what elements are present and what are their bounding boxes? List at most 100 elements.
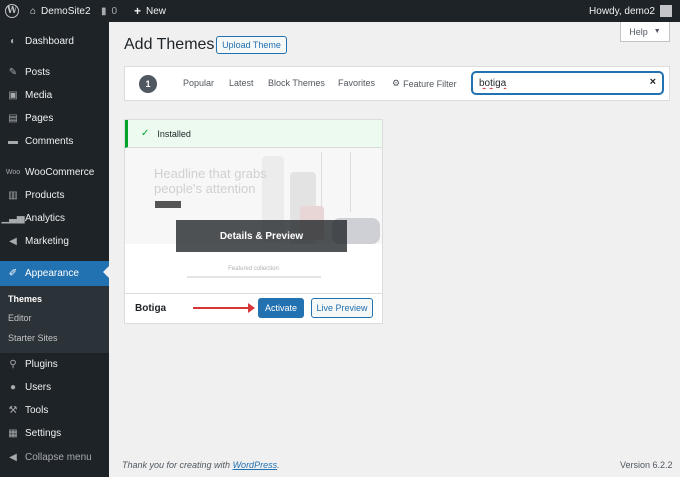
theme-search-box: × [472, 72, 663, 94]
tab-latest[interactable]: Latest [229, 78, 254, 88]
sidebar-item-plugins[interactable]: ⚲ Plugins [0, 353, 109, 375]
sidebar-item-settings[interactable]: ▦ Settings [0, 422, 109, 444]
sidebar-item-products[interactable]: ▥ Products [0, 184, 109, 206]
collapse-menu-button[interactable]: ◀ Collapse menu [0, 446, 109, 468]
avatar [660, 5, 672, 17]
sidebar-item-appearance[interactable]: ✐ Appearance [0, 261, 109, 286]
home-icon: ⌂ [30, 5, 37, 17]
feature-filter-button[interactable]: ⚙ Feature Filter [392, 78, 457, 89]
admin-bar: W ⌂ DemoSite2 ▮ 0 + New Howdy, demo2 [0, 0, 680, 22]
help-tab[interactable]: Help ▼ [620, 22, 670, 42]
submenu-item-starter-sites[interactable]: Starter Sites [8, 333, 58, 343]
settings-icon: ▦ [8, 427, 18, 439]
pin-icon: ✎ [8, 66, 18, 78]
account-menu[interactable]: Howdy, demo2 [589, 0, 672, 22]
screenshot-cta [155, 201, 181, 208]
appearance-submenu: Themes Editor Starter Sites [0, 286, 109, 353]
comments-link[interactable]: ▮ 0 [101, 0, 117, 22]
chart-icon: ▁▃▅ [1, 212, 25, 224]
installed-label: Installed [157, 128, 191, 139]
sidebar-item-label: Comments [25, 135, 74, 147]
screenshot-headline: Headline that grabs people's attention [154, 166, 267, 196]
sidebar-item-label: Marketing [25, 235, 69, 247]
sidebar-item-woocommerce[interactable]: Woo WooCommerce [0, 161, 109, 183]
tab-popular[interactable]: Popular [183, 78, 214, 88]
page-title: Add Themes [124, 36, 215, 53]
sidebar-item-label: Analytics [25, 212, 66, 224]
admin-sidebar: ◐ Dashboard ✎ Posts ▣ Media ▤ Pages ▬ Co… [0, 22, 109, 477]
sidebar-item-label: Collapse menu [25, 451, 92, 463]
sidebar-item-label: Plugins [25, 358, 58, 370]
site-name-link[interactable]: ⌂ DemoSite2 [30, 0, 91, 22]
tab-block-themes[interactable]: Block Themes [268, 78, 325, 88]
sidebar-item-label: WooCommerce [25, 166, 95, 178]
plus-icon: + [134, 4, 142, 18]
new-label: New [146, 5, 167, 17]
sidebar-item-label: Pages [25, 112, 54, 124]
megaphone-icon: ◀ [9, 235, 17, 247]
footer-thanks-prefix: Thank you for creating with [122, 460, 233, 470]
feature-filter-label: Feature Filter [403, 78, 457, 89]
live-preview-button[interactable]: Live Preview [311, 298, 373, 318]
comment-icon: ▬ [8, 135, 18, 147]
comments-count: 0 [111, 5, 118, 17]
comment-bubble-icon: ▮ [101, 5, 107, 17]
sidebar-item-posts[interactable]: ✎ Posts [0, 61, 109, 83]
media-icon: ▣ [8, 89, 18, 101]
installed-notice: ✓ Installed [125, 120, 382, 148]
theme-screenshot[interactable]: Headline that grabs people's attention F… [125, 148, 382, 293]
screenshot-diffuser-image [321, 152, 351, 212]
theme-count-badge: 1 [139, 75, 157, 93]
sidebar-item-pages[interactable]: ▤ Pages [0, 107, 109, 129]
theme-card-footer: Botiga Activate Live Preview [125, 293, 382, 323]
wordpress-logo-icon[interactable]: W [5, 4, 19, 18]
sidebar-item-label: Media [25, 89, 53, 101]
theme-card-botiga[interactable]: ✓ Installed Headline that grabs people's… [124, 119, 383, 324]
red-arrow-annotation [193, 303, 255, 313]
gear-icon: ⚙ [392, 78, 401, 88]
version-text: Version 6.2.2 [620, 460, 673, 470]
sidebar-item-comments[interactable]: ▬ Comments [0, 130, 109, 152]
archive-icon: ▥ [8, 189, 18, 201]
sidebar-item-marketing[interactable]: ◀ Marketing [0, 230, 109, 252]
howdy-text: Howdy, demo2 [589, 5, 655, 17]
sidebar-item-tools[interactable]: ⚒ Tools [0, 399, 109, 421]
footer-thanks-suffix: . [277, 460, 280, 470]
sidebar-item-media[interactable]: ▣ Media [0, 84, 109, 106]
sidebar-item-analytics[interactable]: ▁▃▅ Analytics [0, 207, 109, 229]
theme-search-input[interactable] [479, 76, 639, 91]
details-preview-overlay[interactable]: Details & Preview [176, 220, 347, 252]
activate-button[interactable]: Activate [258, 298, 304, 318]
pages-icon: ▤ [8, 112, 18, 124]
checkmark-icon: ✓ [141, 128, 150, 139]
theme-name: Botiga [135, 303, 167, 314]
submenu-item-editor[interactable]: Editor [8, 313, 32, 323]
sidebar-item-label: Settings [25, 427, 62, 439]
brush-icon: ✐ [8, 268, 18, 279]
sidebar-item-label: Posts [25, 66, 51, 78]
sidebar-item-label: Users [25, 381, 52, 393]
user-icon: ● [9, 381, 17, 393]
footer-thanks: Thank you for creating with WordPress. [122, 460, 280, 470]
plugin-icon: ⚲ [9, 358, 17, 370]
sidebar-item-dashboard[interactable]: ◐ Dashboard [0, 30, 109, 52]
upload-theme-button[interactable]: Upload Theme [216, 36, 287, 54]
theme-filter-bar: 1 Popular Latest Block Themes Favorites … [124, 66, 670, 101]
screenshot-section-title: Featured collection [228, 266, 279, 272]
caret-down-icon: ▼ [653, 28, 661, 35]
collapse-icon: ◀ [9, 451, 17, 463]
wrench-icon: ⚒ [8, 404, 18, 416]
woo-icon: Woo [5, 168, 21, 176]
sidebar-item-label: Appearance [25, 268, 79, 279]
sidebar-item-label: Products [25, 189, 65, 201]
submenu-item-themes[interactable]: Themes [8, 294, 42, 304]
clear-search-icon[interactable]: × [650, 76, 656, 88]
screenshot-section-text [187, 276, 321, 278]
dashboard-icon: ◐ [9, 35, 17, 47]
tab-favorites[interactable]: Favorites [338, 78, 375, 88]
sidebar-item-label: Dashboard [25, 35, 74, 47]
sidebar-item-label: Tools [25, 404, 49, 416]
sidebar-item-users[interactable]: ● Users [0, 376, 109, 398]
new-content-link[interactable]: + New [134, 0, 166, 22]
wordpress-link[interactable]: WordPress [233, 460, 278, 470]
